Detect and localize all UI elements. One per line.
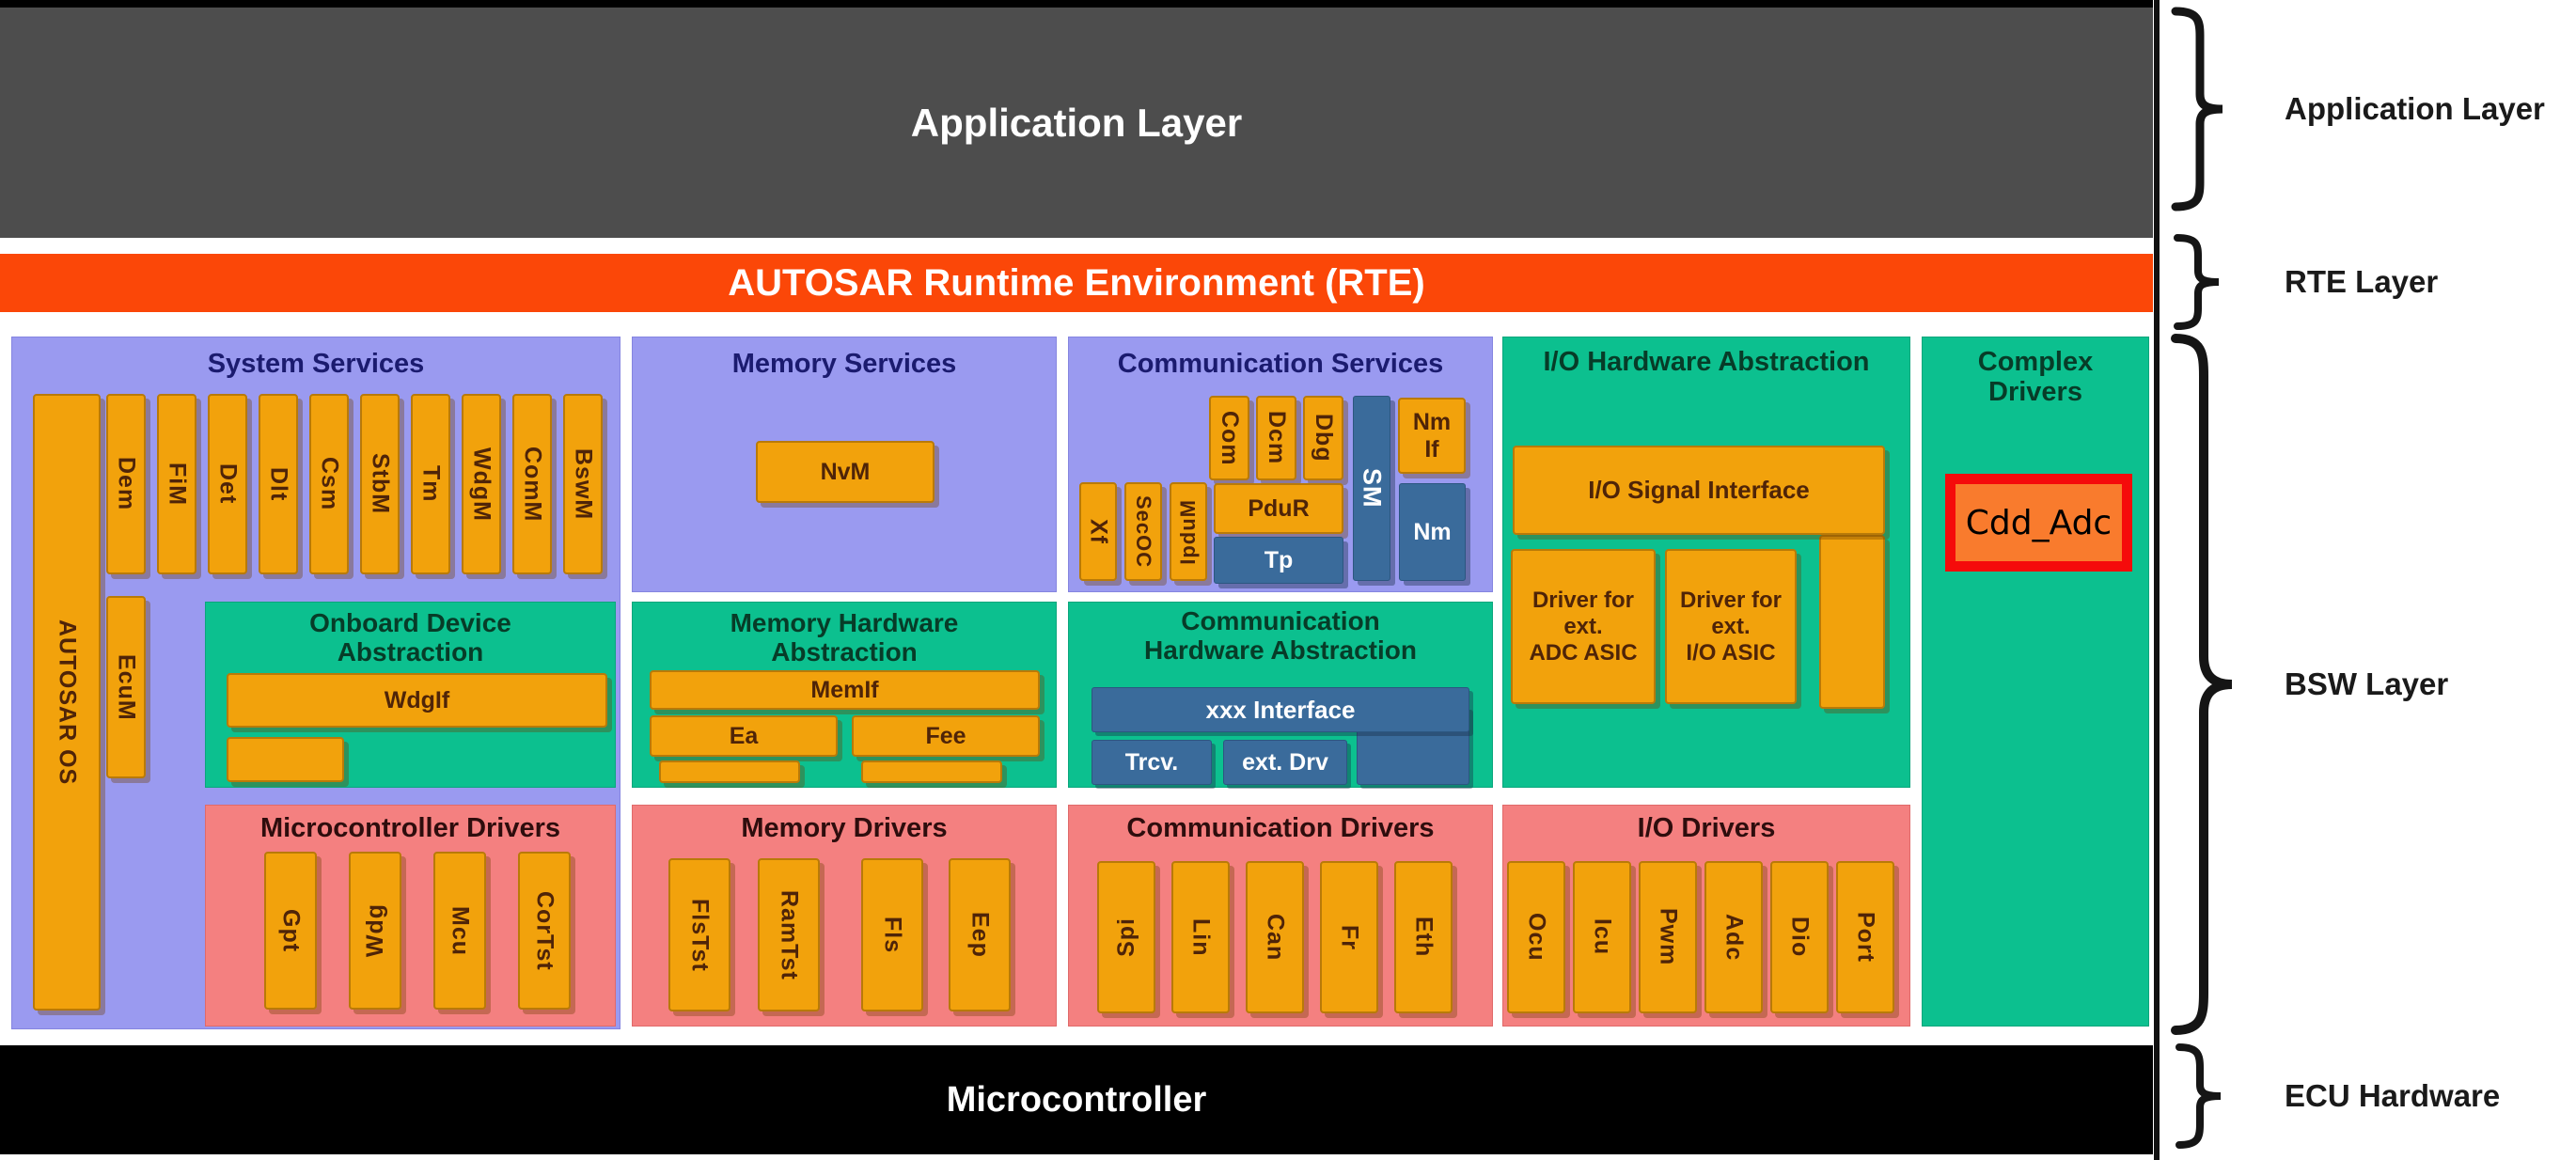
microcontroller-drivers-title: Microcontroller Drivers bbox=[206, 813, 615, 843]
module-xxx-interface: xxx Interface bbox=[1092, 687, 1469, 732]
module-dcm: Dcm bbox=[1256, 396, 1296, 480]
communication-hw-abstraction-title: Communication Hardware Abstraction bbox=[1069, 606, 1492, 666]
rte-layer-brace bbox=[2172, 233, 2224, 331]
module-secoc: SecOC bbox=[1124, 482, 1162, 581]
communication-hw-abstraction-panel: Communication Hardware Abstraction xxx I… bbox=[1068, 602, 1493, 788]
module-driver-ext-io-asic: Driver for ext. I/O ASIC bbox=[1665, 549, 1797, 704]
module-port: Port bbox=[1836, 861, 1894, 1013]
module-pwm: Pwm bbox=[1639, 861, 1697, 1013]
io-hw-abstraction-panel: I/O Hardware Abstraction I/O Signal Inte… bbox=[1502, 337, 1910, 788]
memory-hw-abstraction-title: Memory Hardware Abstraction bbox=[633, 608, 1056, 667]
module-wdg: Wdg bbox=[349, 852, 401, 1010]
module-adc: Adc bbox=[1704, 861, 1763, 1013]
communication-drivers-panel: Communication Drivers Spi Lin Can Fr Eth bbox=[1068, 805, 1493, 1027]
application-layer-title: Application Layer bbox=[0, 8, 2153, 238]
autosar-architecture-diagram: Application Layer AUTOSAR Runtime Enviro… bbox=[0, 0, 2576, 1160]
top-border-strip bbox=[0, 0, 2153, 8]
module-com: Com bbox=[1209, 396, 1249, 480]
diagram-right-divider bbox=[2154, 0, 2160, 1160]
module-io-signal-interface-extension bbox=[1819, 535, 1885, 709]
communication-services-panel: Communication Services Com Dcm Dbg SM Nm… bbox=[1068, 337, 1493, 592]
application-layer-brace bbox=[2170, 6, 2230, 212]
module-memif: MemIf bbox=[650, 670, 1040, 710]
module-fee: Fee bbox=[852, 715, 1040, 757]
module-fim: FiM bbox=[157, 394, 196, 574]
module-dio: Dio bbox=[1770, 861, 1829, 1013]
onboard-device-abstraction-title: Onboard Device Abstraction bbox=[206, 608, 615, 667]
system-services-title: System Services bbox=[12, 349, 620, 379]
module-driver-ext-adc-asic: Driver for ext. ADC ASIC bbox=[1511, 549, 1656, 704]
module-csm: Csm bbox=[309, 394, 349, 574]
module-flstst: FlsTst bbox=[668, 858, 730, 1011]
module-nm-if: Nm If bbox=[1398, 398, 1466, 474]
module-xf: Xf bbox=[1079, 482, 1117, 581]
memory-hw-abstraction-panel: Memory Hardware Abstraction MemIf Ea Fee bbox=[632, 602, 1057, 788]
module-trcv: Trcv. bbox=[1092, 740, 1212, 785]
side-label-ecu-hardware: ECU Hardware bbox=[2285, 1077, 2500, 1115]
module-det: Det bbox=[208, 394, 247, 574]
memory-drivers-panel: Memory Drivers FlsTst RamTst Fls Eep bbox=[632, 805, 1057, 1027]
module-cdd-adc: Cdd_Adc bbox=[1945, 474, 2132, 572]
module-ipdum: IpduM bbox=[1170, 482, 1207, 581]
onboard-device-abstraction-panel: Onboard Device Abstraction WdgIf bbox=[205, 602, 616, 788]
module-dlt: Dlt bbox=[259, 394, 298, 574]
module-mcu: Mcu bbox=[433, 852, 486, 1010]
module-fls: Fls bbox=[861, 858, 923, 1011]
side-label-bsw-layer: BSW Layer bbox=[2285, 666, 2448, 703]
module-sm: SM bbox=[1353, 396, 1390, 581]
module-tp: Tp bbox=[1214, 537, 1343, 584]
module-eth: Eth bbox=[1394, 861, 1453, 1013]
module-ea-sub-box bbox=[659, 760, 800, 783]
module-spi: Spi bbox=[1097, 861, 1155, 1013]
application-layer-bar: Application Layer bbox=[0, 8, 2153, 238]
module-eep: Eep bbox=[949, 858, 1011, 1011]
module-ramtst: RamTst bbox=[758, 858, 820, 1011]
module-fee-sub-box bbox=[861, 760, 1002, 783]
module-autosar-os: AUTOSAR OS bbox=[33, 394, 101, 1011]
memory-services-panel: Memory Services NvM bbox=[632, 337, 1057, 592]
microcontroller-title: Microcontroller bbox=[0, 1045, 2153, 1154]
module-dem: Dem bbox=[106, 394, 146, 574]
module-comm: ComM bbox=[512, 394, 552, 574]
module-nvm: NvM bbox=[756, 441, 935, 503]
bsw-layer-brace bbox=[2168, 331, 2239, 1038]
memory-services-title: Memory Services bbox=[633, 349, 1056, 379]
io-drivers-title: I/O Drivers bbox=[1503, 813, 1909, 843]
module-unlabeled-box bbox=[227, 737, 344, 782]
module-cortst: CorTst bbox=[518, 852, 571, 1010]
module-pdur: PduR bbox=[1214, 483, 1343, 534]
complex-drivers-panel: Complex Drivers Cdd_Adc bbox=[1922, 337, 2149, 1027]
side-label-rte-layer: RTE Layer bbox=[2285, 263, 2438, 301]
module-can: Can bbox=[1246, 861, 1304, 1013]
module-wdgif: WdgIf bbox=[227, 673, 607, 728]
module-wdgm: WdgM bbox=[462, 394, 501, 574]
module-tm: Tm bbox=[411, 394, 450, 574]
io-hw-abstraction-title: I/O Hardware Abstraction bbox=[1503, 347, 1909, 377]
module-lin: Lin bbox=[1171, 861, 1230, 1013]
module-dbg: Dbg bbox=[1303, 396, 1343, 480]
module-ocu: Ocu bbox=[1507, 861, 1565, 1013]
module-ext-drv: ext. Drv bbox=[1223, 740, 1347, 785]
microcontroller-bar: Microcontroller bbox=[0, 1045, 2153, 1154]
module-gpt: Gpt bbox=[264, 852, 317, 1010]
memory-drivers-title: Memory Drivers bbox=[633, 813, 1056, 843]
module-ecum: EcuM bbox=[106, 596, 146, 778]
module-nm: Nm bbox=[1399, 483, 1466, 581]
module-ea: Ea bbox=[650, 715, 838, 757]
module-icu: Icu bbox=[1573, 861, 1631, 1013]
microcontroller-drivers-panel: Microcontroller Drivers Gpt Wdg Mcu CorT… bbox=[205, 805, 616, 1027]
module-bswm: BswM bbox=[563, 394, 603, 574]
module-io-signal-interface: I/O Signal Interface bbox=[1513, 446, 1885, 535]
ecu-hardware-brace bbox=[2174, 1042, 2226, 1151]
rte-title: AUTOSAR Runtime Environment (RTE) bbox=[0, 254, 2153, 312]
communication-services-title: Communication Services bbox=[1069, 349, 1492, 379]
side-label-application-layer: Application Layer bbox=[2285, 90, 2545, 128]
io-drivers-panel: I/O Drivers Ocu Icu Pwm Adc Dio Port bbox=[1502, 805, 1910, 1027]
module-fr: Fr bbox=[1320, 861, 1378, 1013]
rte-bar: AUTOSAR Runtime Environment (RTE) bbox=[0, 254, 2153, 312]
communication-drivers-title: Communication Drivers bbox=[1069, 813, 1492, 843]
module-stbm: StbM bbox=[360, 394, 400, 574]
complex-drivers-title: Complex Drivers bbox=[1923, 347, 2148, 408]
